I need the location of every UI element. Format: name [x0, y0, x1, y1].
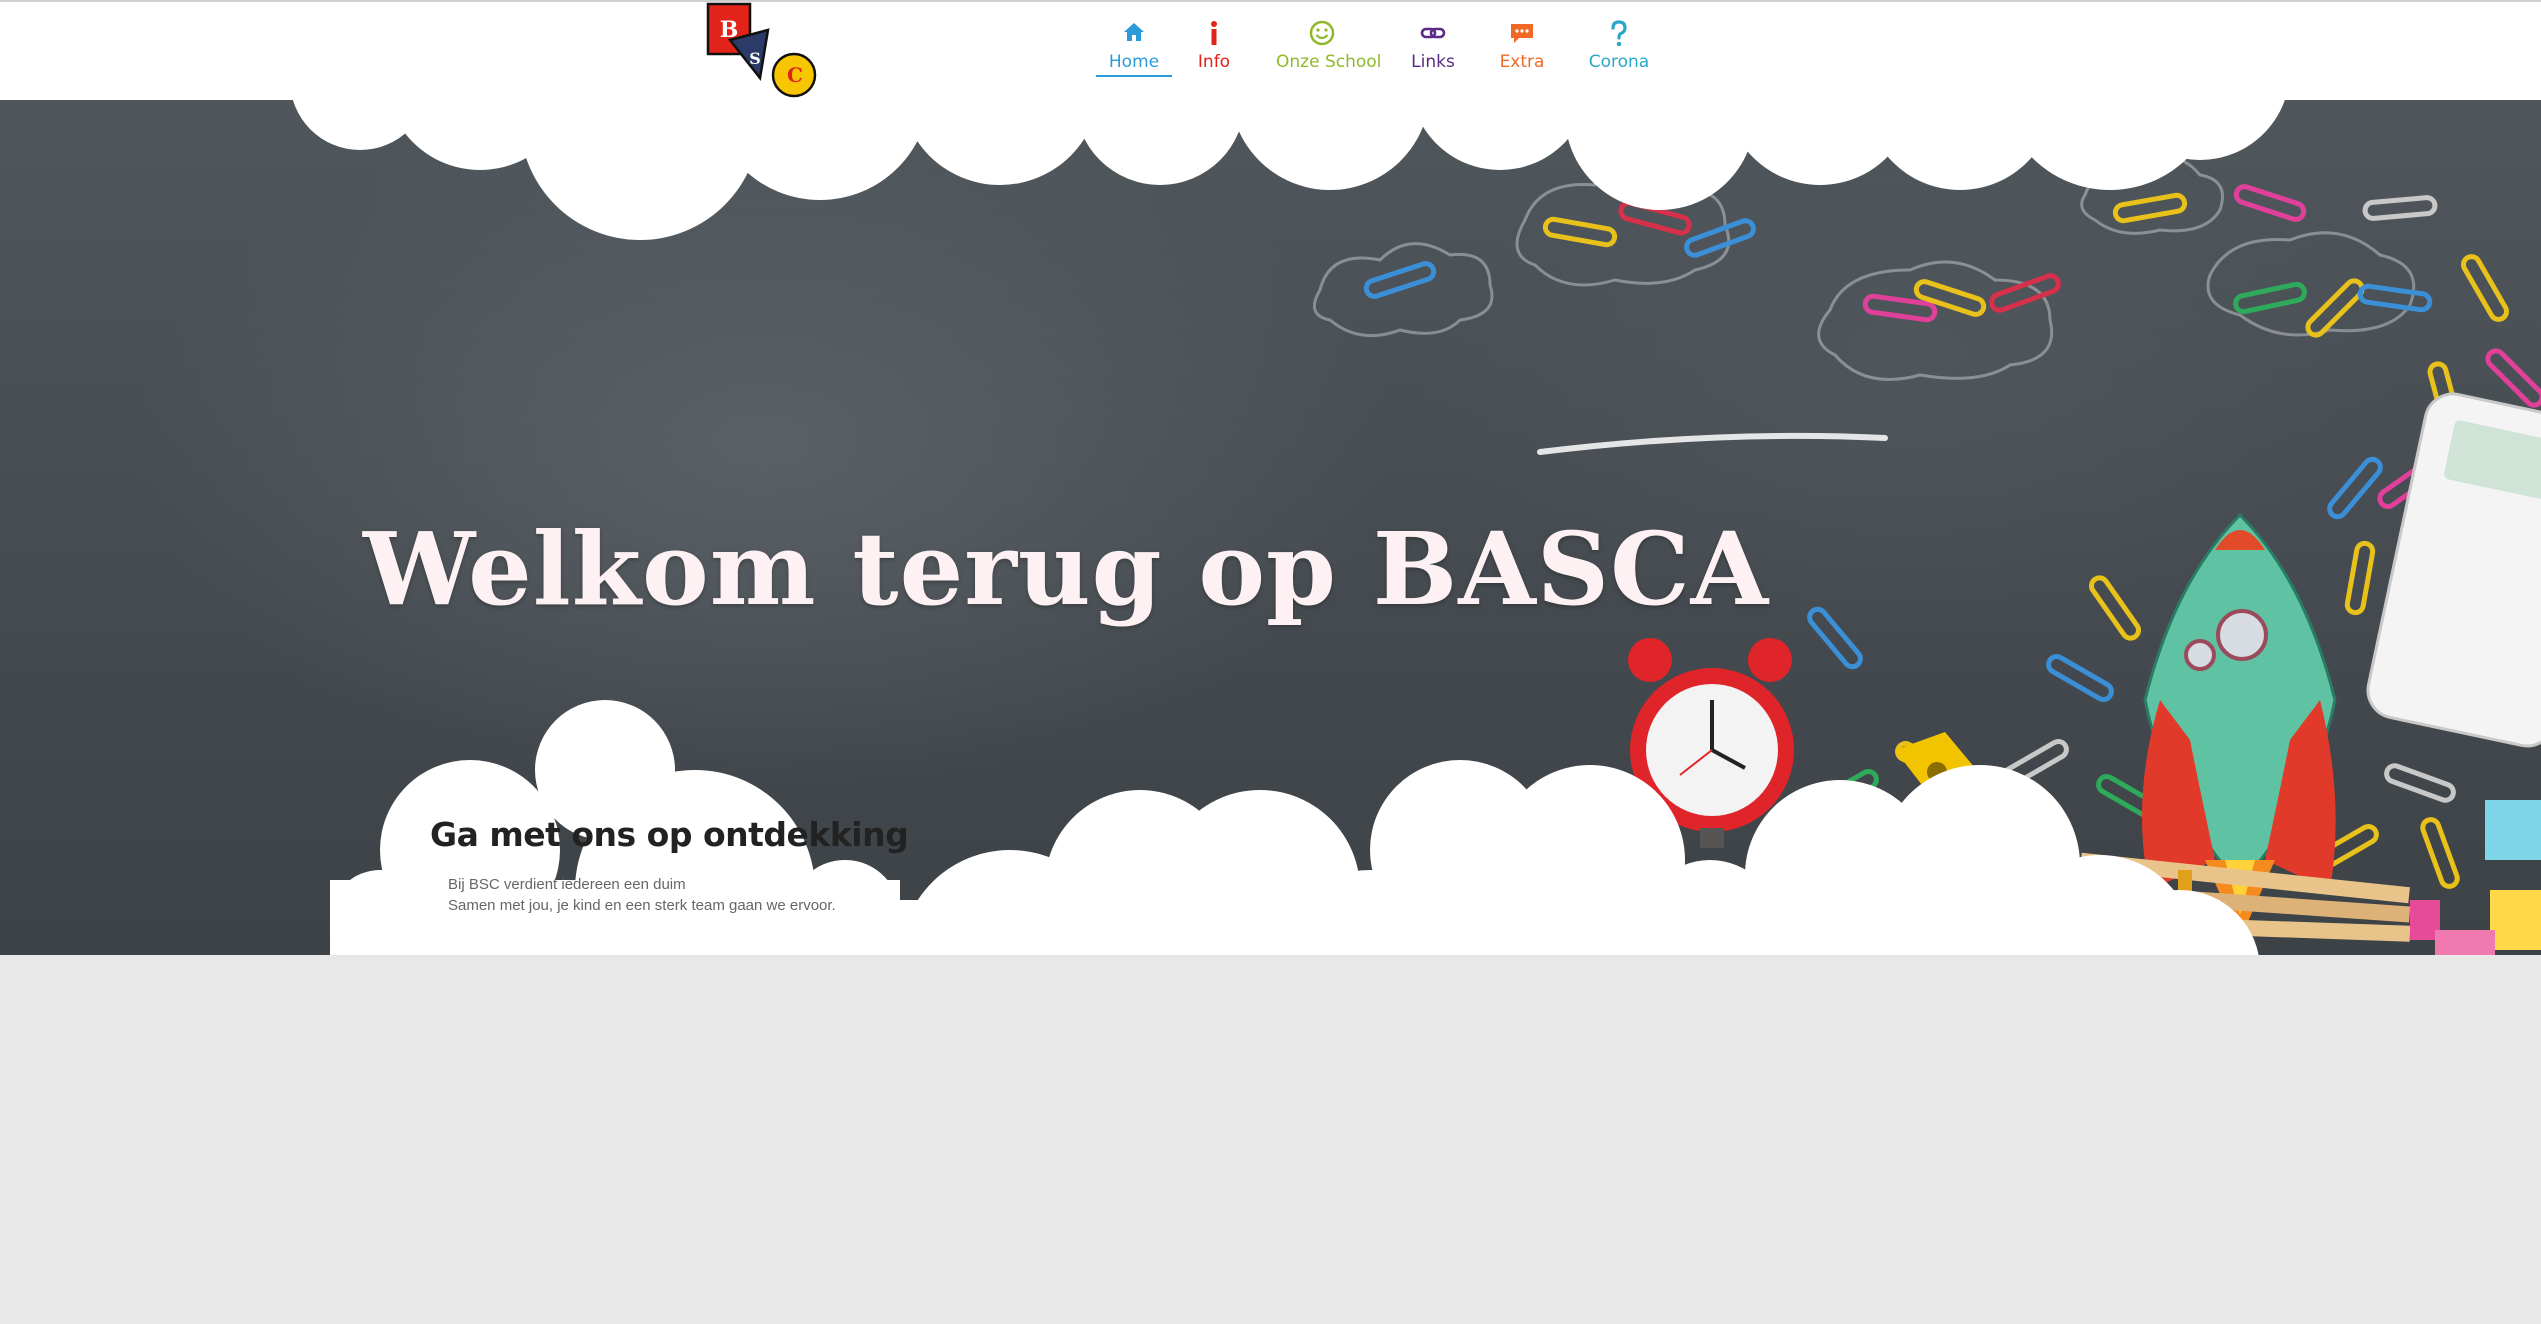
logo-letter-c: C [787, 63, 803, 87]
site-header: Home Info Onze School Links Extra Corona [0, 0, 2541, 100]
nav-label: Corona [1588, 52, 1650, 72]
logo-letter-s: S [749, 49, 761, 68]
nav-item-extra[interactable]: Extra [1498, 20, 1546, 80]
hero-subtitle: Ga met ons op ontdekking [430, 815, 909, 854]
cloud-border [292, 100, 2285, 955]
nav-label: Extra [1499, 52, 1545, 72]
page-background [0, 955, 2541, 1324]
hero-description-line2: Samen met jou, je kind en een sterk team… [448, 897, 836, 914]
bsc-logo[interactable]: B S C [700, 0, 825, 114]
nav-item-home[interactable]: Home [1096, 20, 1172, 80]
info-icon [1192, 20, 1236, 50]
chat-icon [1498, 20, 1546, 50]
nav-label: Home [1096, 52, 1172, 77]
nav-label: Info [1197, 52, 1231, 72]
link-icon [1408, 20, 1458, 50]
nav-label: Onze School [1276, 52, 1382, 72]
logo-letter-b: B [720, 17, 739, 43]
hero-description-line1: Bij BSC verdient iedereen een duim [448, 876, 686, 893]
smiley-icon [1276, 20, 1368, 50]
nav-item-corona[interactable]: Corona [1588, 20, 1650, 80]
nav-item-info[interactable]: Info [1192, 20, 1236, 80]
hero-banner: Welkom terug op BASCA Ga met ons op ontd… [0, 100, 2541, 955]
question-icon [1588, 20, 1650, 50]
nav-item-links[interactable]: Links [1408, 20, 1458, 80]
nav-item-onze-school[interactable]: Onze School [1276, 20, 1382, 80]
nav-label: Links [1411, 52, 1455, 72]
home-icon [1096, 20, 1172, 50]
